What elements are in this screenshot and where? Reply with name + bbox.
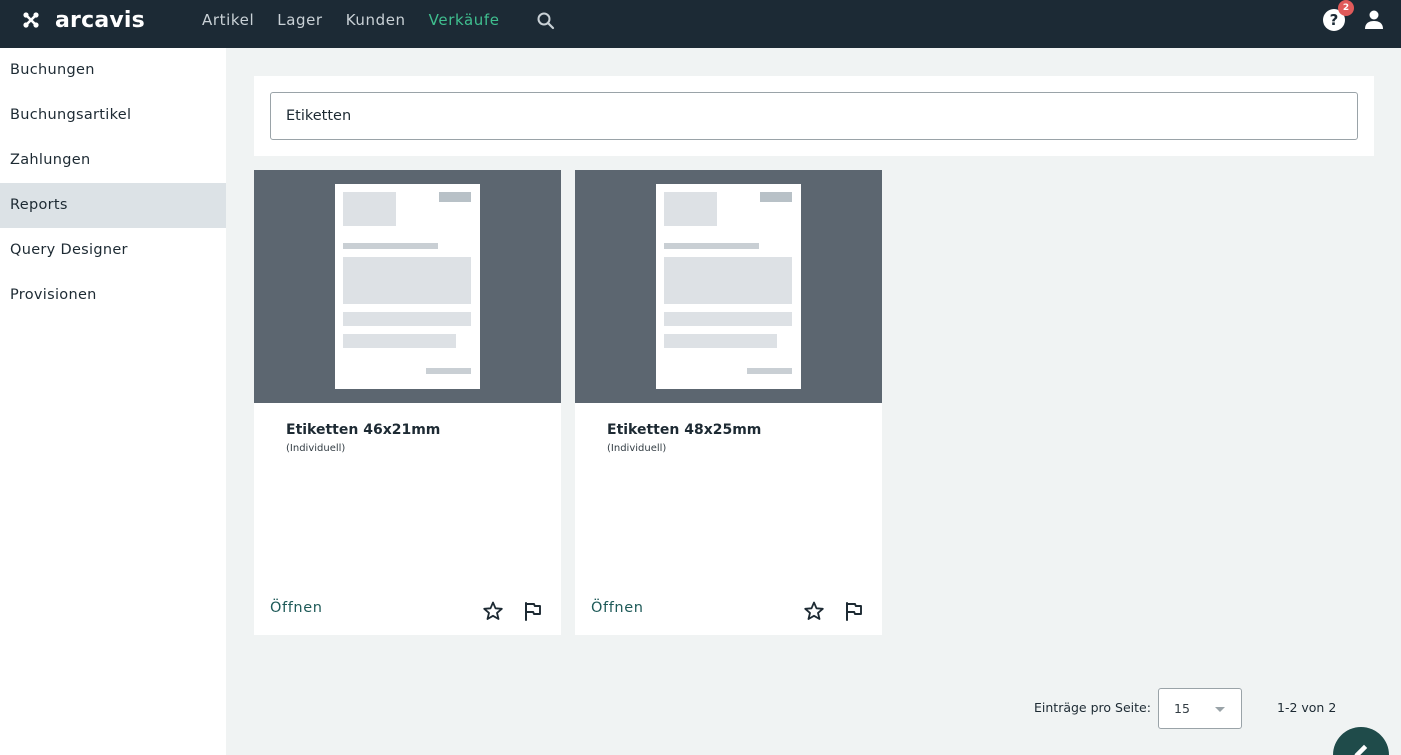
document-preview-icon [335,184,480,389]
edit-fab-button[interactable] [1333,727,1389,755]
per-page-select[interactable]: 15 [1158,688,1242,729]
chevron-down-icon [1215,707,1225,712]
per-page-value: 15 [1174,701,1190,716]
user-icon[interactable] [1363,8,1385,30]
open-link[interactable]: Öffnen [591,600,644,616]
card-subtitle: (Individuell) [607,443,667,454]
brand-logo[interactable]: arcavis [22,6,145,34]
logo-mark-icon [23,12,39,28]
report-card: Etiketten 48x25mm (Individuell) Öffnen [575,170,882,635]
card-subtitle: (Individuell) [286,443,346,454]
nav-item-lager[interactable]: Lager [277,10,322,30]
brand-name: arcavis [55,7,145,33]
sidebar-item-buchungen[interactable]: Buchungen [0,48,226,93]
pagination-range: 1-2 von 2 [1277,700,1337,715]
per-page-label: Einträge pro Seite: [1034,700,1151,715]
sidebar-item-provisionen[interactable]: Provisionen [0,273,226,318]
report-thumbnail[interactable] [575,170,882,403]
sidebar-item-query-designer[interactable]: Query Designer [0,228,226,273]
search-icon[interactable] [536,11,556,31]
report-card: Etiketten 46x21mm (Individuell) Öffnen [254,170,561,635]
report-thumbnail[interactable] [254,170,561,403]
nav-item-verkaeufe[interactable]: Verkäufe [429,10,500,30]
document-preview-icon [656,184,801,389]
search-input[interactable] [270,92,1358,140]
sidebar-item-buchungsartikel[interactable]: Buchungsartikel [0,93,226,138]
flag-outline-icon[interactable] [522,600,544,622]
flag-outline-icon[interactable] [843,600,865,622]
sidebar-item-reports[interactable]: Reports [0,183,226,228]
top-bar: arcavis Artikel Lager Kunden Verkäufe ? … [0,0,1401,48]
card-title: Etiketten 46x21mm [286,422,441,438]
sidebar: Buchungen Buchungsartikel Zahlungen Repo… [0,48,226,755]
search-panel [254,76,1374,156]
nav-item-artikel[interactable]: Artikel [202,10,254,30]
card-title: Etiketten 48x25mm [607,422,762,438]
sidebar-item-zahlungen[interactable]: Zahlungen [0,138,226,183]
star-outline-icon[interactable] [482,600,504,622]
star-outline-icon[interactable] [803,600,825,622]
open-link[interactable]: Öffnen [270,600,323,616]
nav-item-kunden[interactable]: Kunden [346,10,406,30]
main-nav: Artikel Lager Kunden Verkäufe [202,10,523,30]
notification-badge: 2 [1338,0,1354,16]
pencil-icon [1354,744,1368,755]
